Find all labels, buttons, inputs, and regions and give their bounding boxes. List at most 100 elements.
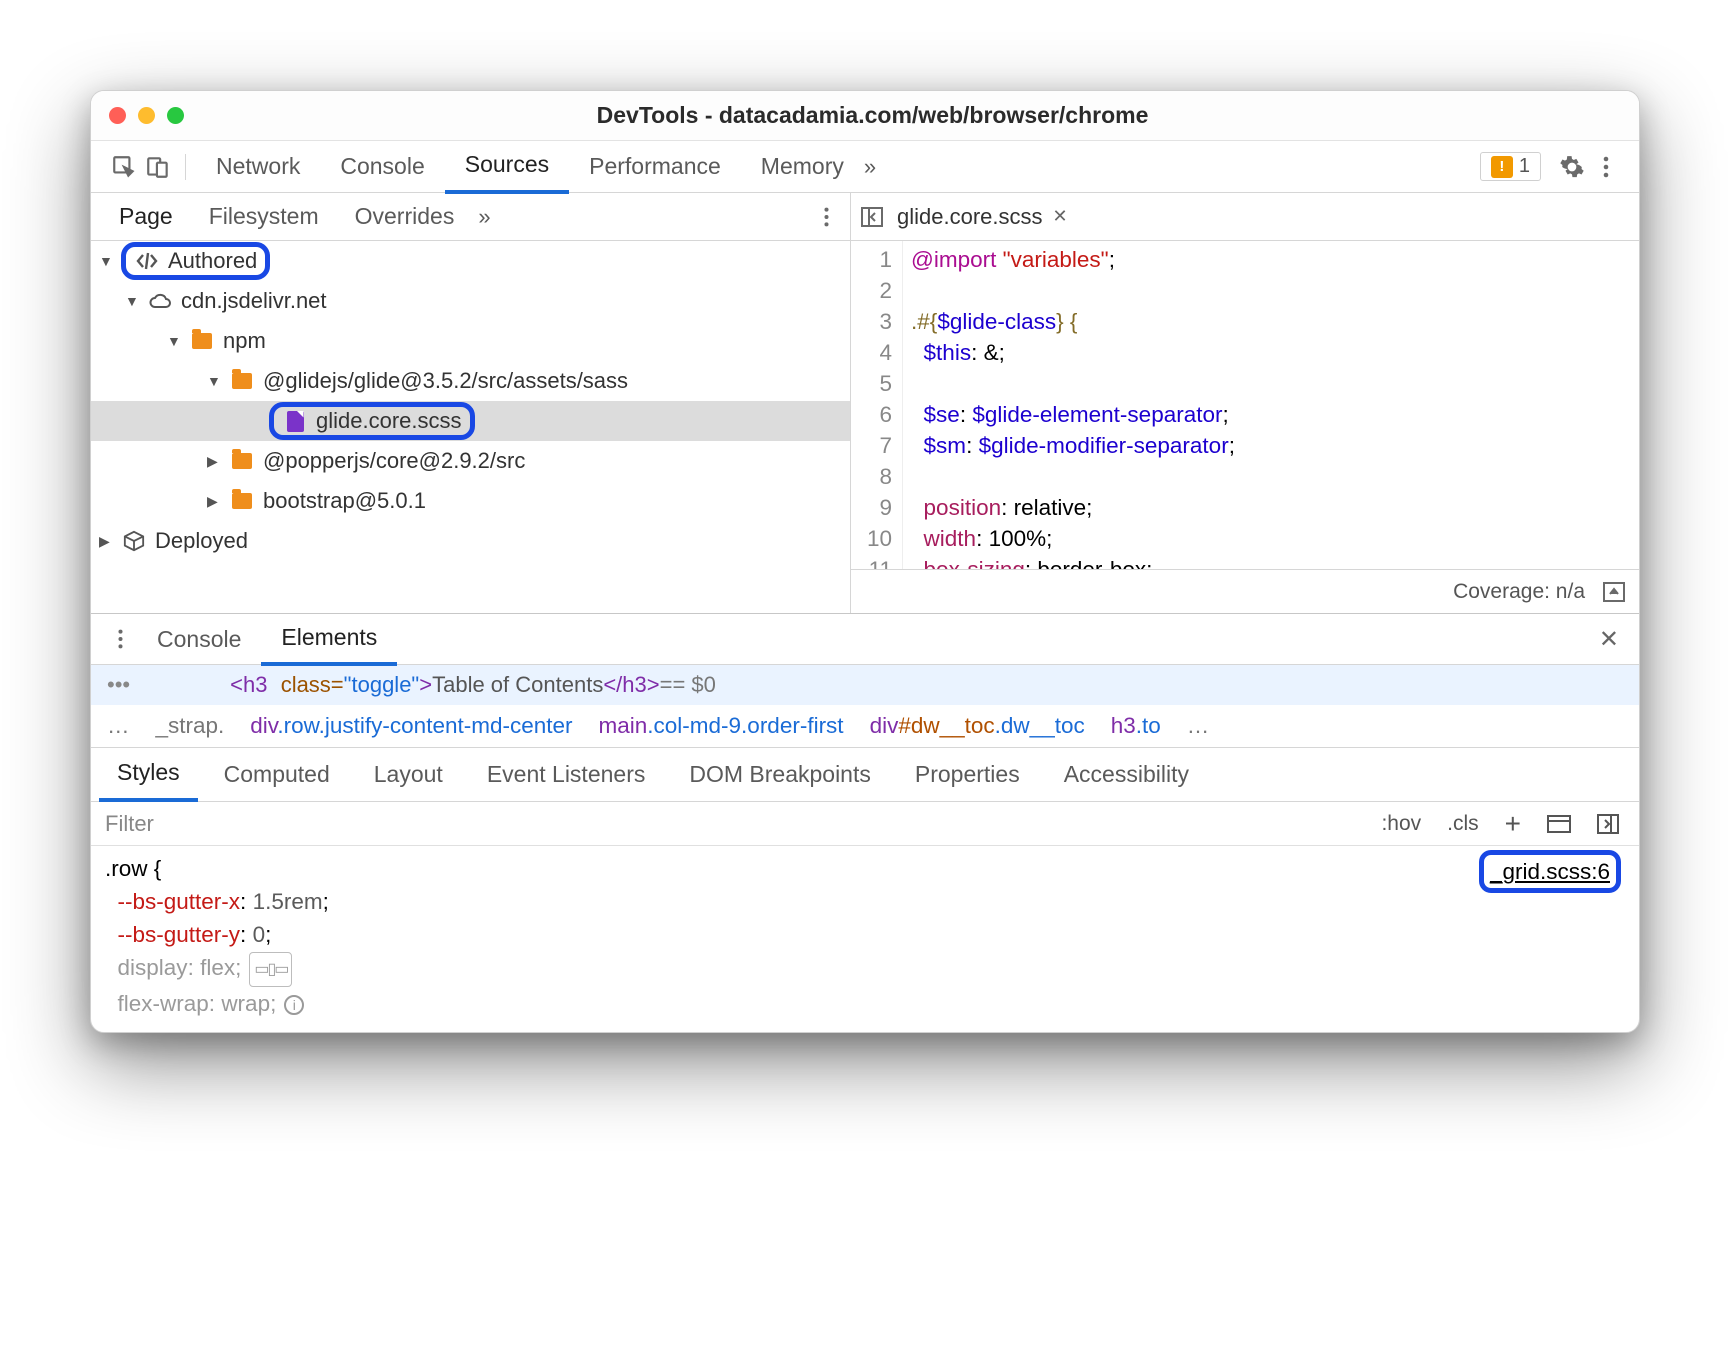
tree-cdn[interactable]: ▼ cdn.jsdelivr.net — [91, 281, 850, 321]
tree-authored[interactable]: ▼ Authored — [91, 241, 850, 281]
tree-deployed[interactable]: ▶ Deployed — [91, 521, 850, 561]
more-tabs-icon[interactable]: » — [864, 154, 876, 180]
warning-icon: ! — [1491, 156, 1513, 178]
styles-filter-input[interactable] — [105, 811, 1361, 837]
tree-npm[interactable]: ▼ npm — [91, 321, 850, 361]
crumb-item[interactable]: h3.to — [1111, 713, 1161, 739]
nav-kebab-icon[interactable] — [813, 206, 840, 228]
inspect-element-icon[interactable] — [107, 150, 141, 184]
toolbar-separator — [185, 154, 186, 180]
tree-popper[interactable]: ▶ @popperjs/core@2.9.2/src — [91, 441, 850, 481]
folder-icon — [229, 373, 255, 389]
tree-label: cdn.jsdelivr.net — [181, 288, 327, 314]
crumb-item[interactable]: div#dw__toc.dw__toc — [870, 713, 1085, 739]
styles-tab-a11y[interactable]: Accessibility — [1046, 749, 1207, 800]
highlight-authored: Authored — [121, 242, 270, 280]
code-area[interactable]: 1234567891011 @import "variables"; .#{$g… — [851, 241, 1639, 569]
tree-label: Authored — [168, 248, 257, 274]
tree-label: bootstrap@5.0.1 — [263, 488, 426, 514]
close-drawer-icon[interactable]: ✕ — [1591, 625, 1627, 654]
toggle-sidebar-icon[interactable] — [861, 207, 883, 227]
tab-memory[interactable]: Memory — [741, 141, 864, 192]
tree-glidefile[interactable]: glide.core.scss — [91, 401, 850, 441]
styles-tab-styles[interactable]: Styles — [99, 747, 198, 802]
tree-label: @glidejs/glide@3.5.2/src/assets/sass — [263, 368, 628, 394]
cls-toggle[interactable]: .cls — [1441, 812, 1485, 836]
styles-tab-layout[interactable]: Layout — [356, 749, 461, 800]
caret-right-icon: ▶ — [99, 533, 117, 550]
folder-icon — [229, 493, 255, 509]
crumb-item[interactable]: _strap. — [156, 713, 225, 739]
editor-status: Coverage: n/a — [851, 569, 1639, 613]
caret-down-icon: ▼ — [125, 293, 143, 309]
ellipsis-icon: ••• — [107, 672, 130, 698]
computed-toggle-icon[interactable] — [1541, 815, 1577, 833]
titlebar: DevTools - datacadamia.com/web/browser/c… — [91, 91, 1639, 141]
tree-bootstrap[interactable]: ▶ bootstrap@5.0.1 — [91, 481, 850, 521]
settings-icon[interactable] — [1555, 150, 1589, 184]
crumb-more-right[interactable]: … — [1187, 713, 1210, 739]
issues-badge[interactable]: ! 1 — [1480, 152, 1541, 181]
main-toolbar: Network Console Sources Performance Memo… — [91, 141, 1639, 193]
styles-filter-row: :hov .cls + — [91, 802, 1639, 846]
flex-badge-icon[interactable]: ▭▯▭ — [249, 952, 292, 987]
rule-selector: .row { — [105, 852, 1625, 885]
nav-more-icon[interactable]: » — [478, 204, 490, 230]
styles-tab-props[interactable]: Properties — [897, 749, 1038, 800]
drawer-tab-console[interactable]: Console — [137, 615, 261, 664]
file-icon — [282, 411, 308, 432]
styles-tab-computed[interactable]: Computed — [206, 749, 348, 800]
caret-right-icon: ▶ — [207, 453, 225, 470]
tree-glidepath[interactable]: ▼ @glidejs/glide@3.5.2/src/assets/sass — [91, 361, 850, 401]
crumb-more-left[interactable]: … — [107, 713, 130, 739]
styles-tab-dombp[interactable]: DOM Breakpoints — [671, 749, 889, 800]
crumb-item[interactable]: div.row.justify-content-md-center — [250, 713, 572, 739]
tab-console[interactable]: Console — [320, 141, 444, 192]
coverage-label: Coverage: n/a — [1453, 580, 1585, 604]
caret-down-icon: ▼ — [207, 373, 225, 389]
line-gutter: 1234567891011 — [851, 241, 903, 569]
cloud-icon — [147, 292, 173, 310]
sidebar-toggle-icon[interactable] — [1591, 814, 1625, 834]
navigator-tabs: Page Filesystem Overrides » — [91, 193, 850, 241]
css-rule[interactable]: _grid.scss:6 .row { --bs-gutter-x: 1.5re… — [91, 846, 1639, 1032]
caret-right-icon: ▶ — [207, 493, 225, 510]
tree-label: Deployed — [155, 528, 248, 554]
folder-icon — [229, 453, 255, 469]
panels: Page Filesystem Overrides » ▼ Authored — [91, 193, 1639, 613]
window-title: DevTools - datacadamia.com/web/browser/c… — [124, 102, 1621, 129]
crumb-item[interactable]: main.col-md-9.order-first — [599, 713, 844, 739]
device-toggle-icon[interactable] — [141, 150, 175, 184]
sources-navigator: Page Filesystem Overrides » ▼ Authored — [91, 193, 851, 613]
devtools-window: DevTools - datacadamia.com/web/browser/c… — [90, 90, 1640, 1033]
breadcrumb[interactable]: … _strap. div.row.justify-content-md-cen… — [91, 705, 1639, 748]
nav-tab-overrides[interactable]: Overrides — [337, 193, 473, 240]
source-editor: glide.core.scss ✕ 1234567891011 @import … — [851, 193, 1639, 613]
styles-tab-listeners[interactable]: Event Listeners — [469, 749, 664, 800]
editor-tabs: glide.core.scss ✕ — [851, 193, 1639, 241]
tab-network[interactable]: Network — [196, 141, 320, 192]
info-icon[interactable]: i — [284, 995, 304, 1015]
drawer-tab-elements[interactable]: Elements — [261, 613, 397, 666]
nav-tab-filesystem[interactable]: Filesystem — [191, 193, 337, 240]
drawer-kebab-icon[interactable] — [103, 622, 137, 656]
tree-label: glide.core.scss — [316, 408, 462, 434]
close-tab-icon[interactable]: ✕ — [1053, 206, 1068, 227]
tab-sources[interactable]: Sources — [445, 139, 569, 194]
kebab-menu-icon[interactable] — [1589, 150, 1623, 184]
rule-source[interactable]: _grid.scss:6 — [1479, 850, 1621, 893]
folder-icon — [189, 333, 215, 349]
editor-tab[interactable]: glide.core.scss ✕ — [897, 204, 1068, 230]
tab-performance[interactable]: Performance — [569, 141, 741, 192]
source-code[interactable]: @import "variables"; .#{$glide-class} { … — [903, 241, 1235, 569]
source-tree[interactable]: ▼ Authored ▼ cdn.jsdelivr.net ▼ npm — [91, 241, 850, 613]
dom-selected-element[interactable]: ••• <h3 class="toggle">Table of Contents… — [91, 665, 1639, 705]
expand-icon[interactable] — [1603, 582, 1625, 602]
new-rule-icon[interactable]: + — [1499, 808, 1527, 840]
nav-tab-page[interactable]: Page — [101, 193, 191, 240]
caret-down-icon: ▼ — [167, 333, 185, 349]
editor-tab-label: glide.core.scss — [897, 204, 1043, 230]
hov-toggle[interactable]: :hov — [1375, 812, 1427, 836]
highlight-glidefile: glide.core.scss — [269, 402, 475, 440]
tree-label: @popperjs/core@2.9.2/src — [263, 448, 525, 474]
